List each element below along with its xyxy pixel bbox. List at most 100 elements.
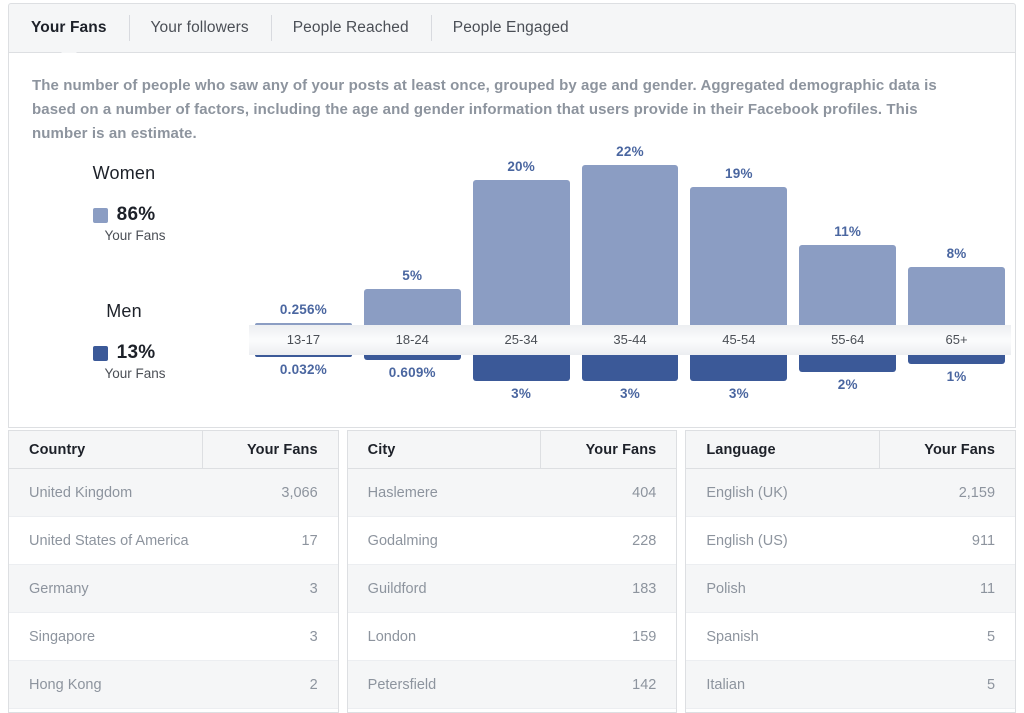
women-bar-value-label: 22% [616,144,644,159]
men-bar-value-label: 3% [511,386,532,401]
women-bar[interactable] [799,245,897,325]
table-row[interactable]: Godalming 228 [347,517,677,565]
women-bar-zone: 11% [793,148,902,325]
women-bar-zone: 8% [902,148,1011,325]
legend-men-swatch-icon [92,345,108,361]
table-row[interactable]: English (US) 911 [686,517,1016,565]
table-row[interactable]: Spanish 5 [686,613,1016,661]
women-bar-zone: 5% [358,148,467,325]
legend-group-women: Women 86% Your Fans [9,163,239,243]
cell-name: Haslemere [367,484,438,501]
table-row[interactable]: Guildford 183 [347,565,677,613]
table-row[interactable]: Hong Kong 2 [9,661,338,709]
chart-column[interactable]: 0.256% 0.032% [249,148,358,398]
women-bar[interactable] [472,180,570,325]
tab-label: People Reached [292,19,409,36]
women-bar-value-label: 19% [725,166,753,181]
chart-column[interactable]: 8% 1% [902,148,1011,398]
women-bar-value-label: 20% [507,159,535,174]
table-row[interactable]: English (UK) 2,159 [686,469,1016,517]
table-language: Language Your Fans English (UK) 2,159 Englis… [685,430,1017,713]
women-bar[interactable] [908,267,1005,325]
legend-men-row: 13% [9,342,239,364]
cell-name: Italian [706,676,746,693]
column-header-name[interactable]: Language [686,431,881,468]
women-bar[interactable] [363,289,461,325]
table-row[interactable]: Haslemere 404 [347,469,677,517]
table-row[interactable]: Polish 11 [686,565,1016,613]
men-bar-zone: 2% [793,355,902,398]
men-bar-value-label: 3% [728,386,749,401]
legend-women-title: Women [92,163,156,183]
men-bar[interactable] [690,355,788,381]
table-row[interactable]: Germany 3 [9,565,338,613]
table-header-row: Language Your Fans [686,431,1016,469]
table-row[interactable]: Singapore 3 [9,613,338,661]
table-row[interactable]: London 159 [347,613,677,661]
column-header-value[interactable]: Your Fans [203,431,338,468]
chart-column[interactable]: 11% 2% [793,148,902,398]
women-bar-zone: 20% [467,148,576,325]
men-bar-zone: 0.609% [358,355,467,398]
tab-people-reached[interactable]: People Reached [270,4,431,52]
column-header-name[interactable]: City [348,431,542,468]
cell-value: 911 [971,532,996,549]
table-row[interactable]: Petersfield 142 [347,661,677,709]
tab-label: Your Fans [31,19,107,36]
tab-your-fans[interactable]: Your Fans [9,4,129,60]
tab-your-followers[interactable]: Your followers [128,4,271,52]
chart-column[interactable]: 19% 3% [684,148,793,401]
men-bar-value-label: 0.609% [388,365,436,380]
cell-name: United Kingdom [29,484,133,501]
women-bar-value-label: 0.256% [279,302,327,317]
men-bar[interactable] [363,355,461,360]
column-header-name[interactable]: Country [9,431,203,468]
table-row[interactable]: Italian 5 [686,661,1016,709]
legend-women-sublabel: Your Fans [104,228,166,243]
women-bar-zone: 19% [684,148,793,325]
men-bar[interactable] [799,355,897,372]
men-bar[interactable] [581,355,679,381]
men-bar-zone: 3% [576,355,685,401]
chart-column[interactable]: 5% 0.609% [358,148,467,398]
chart-column[interactable]: 22% 3% [576,144,685,401]
women-bar[interactable] [255,323,352,325]
men-bar-zone: 0.032% [249,355,358,398]
column-header-value[interactable]: Your Fans [880,431,1015,468]
cell-name: Germany [29,580,89,597]
cell-value: 404 [632,484,657,501]
women-bar[interactable] [581,165,679,325]
cell-value: 183 [632,580,657,597]
tab-label: People Engaged [452,19,569,36]
cell-value: 5 [986,676,996,693]
chart-column[interactable]: 20% 3% [467,148,576,401]
men-bar[interactable] [472,355,570,381]
legend-men-title: Men [106,301,142,321]
column-header-value[interactable]: Your Fans [541,431,676,468]
men-bar-zone: 1% [902,355,1011,398]
demographics-tables: Country Your Fans United Kingdom 3,066 Unite… [8,430,1017,713]
women-bar[interactable] [690,187,788,325]
cell-value: 3 [309,628,318,645]
panel-description: The number of people who saw any of your… [32,77,937,142]
women-bar-value-label: 5% [402,268,423,283]
men-bar[interactable] [255,355,352,357]
women-bar-zone: 0.256% [249,148,358,325]
legend-women-swatch-icon [92,207,108,223]
men-bar[interactable] [908,355,1005,364]
table-row[interactable]: United States of America 17 [9,517,338,565]
cell-name: London [367,628,417,645]
cell-value: 11 [979,580,996,597]
cell-value: 3,066 [281,484,318,501]
cell-value: 3 [309,580,318,597]
cell-name: United States of America [29,532,189,549]
table-row[interactable]: United Kingdom 3,066 [9,469,338,517]
tab-people-engaged[interactable]: People Engaged [430,4,591,52]
legend-women-percent: 86% [116,204,156,225]
cell-value: 159 [632,628,657,645]
men-bar-zone: 3% [467,355,576,401]
men-bar-zone: 3% [684,355,793,401]
women-bar-zone: 22% [576,144,685,325]
insights-page: Your Fans Your followers People Reached Peo… [0,0,1024,713]
men-bar-value-label: 1% [946,369,967,384]
